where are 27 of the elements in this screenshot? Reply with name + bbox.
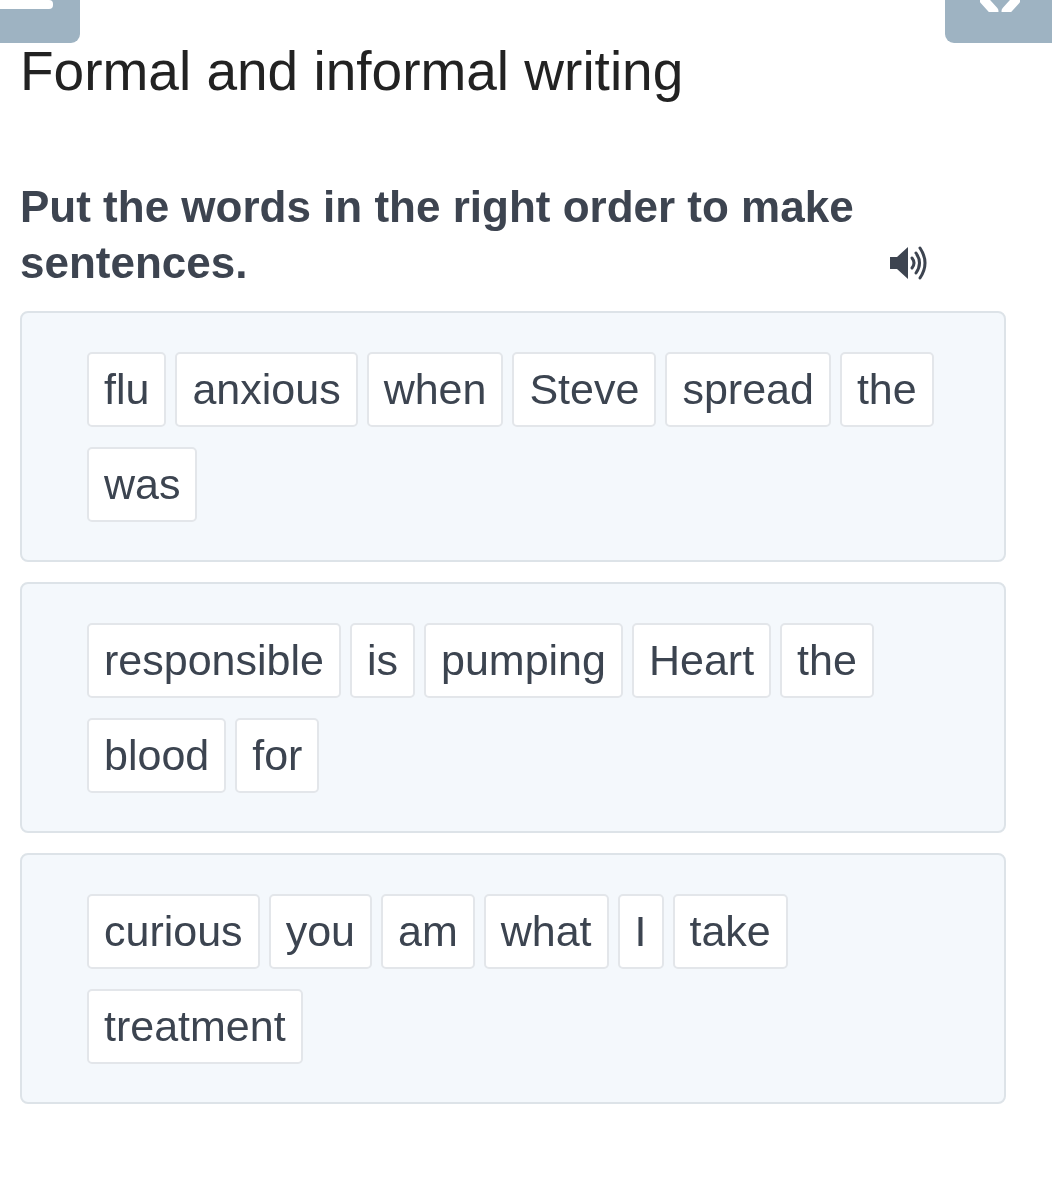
word-tile[interactable]: is (349, 623, 415, 698)
word-tile[interactable]: the (780, 623, 874, 698)
word-tile[interactable]: treatment (87, 989, 303, 1064)
word-tile[interactable]: responsible (87, 623, 341, 698)
word-tile[interactable]: Steve (512, 352, 657, 427)
word-tile[interactable]: pumping (424, 623, 623, 698)
word-tile[interactable]: anxious (175, 352, 358, 427)
word-tile[interactable]: for (235, 718, 320, 793)
word-tile[interactable]: what (483, 894, 609, 969)
word-tile[interactable]: flu (87, 352, 167, 427)
instruction-text: Put the words in the right order to make sentences. (20, 181, 855, 289)
word-tile[interactable]: curious (87, 894, 260, 969)
menu-button[interactable] (0, 0, 80, 43)
word-tile[interactable]: spread (665, 352, 831, 427)
word-tile[interactable]: Heart (631, 623, 772, 698)
word-tile[interactable]: when (366, 352, 504, 427)
speaker-icon[interactable] (888, 245, 928, 281)
word-tile[interactable]: was (87, 447, 198, 522)
word-tile[interactable]: take (672, 894, 788, 969)
word-tile[interactable]: the (839, 352, 934, 427)
word-tile[interactable]: am (380, 894, 475, 969)
word-tile[interactable]: you (268, 894, 372, 969)
close-icon (979, 0, 1020, 12)
word-tile[interactable]: I (617, 894, 664, 969)
word-tile[interactable]: blood (87, 718, 227, 793)
menu-icon (0, 0, 53, 9)
close-button[interactable] (945, 0, 1052, 43)
